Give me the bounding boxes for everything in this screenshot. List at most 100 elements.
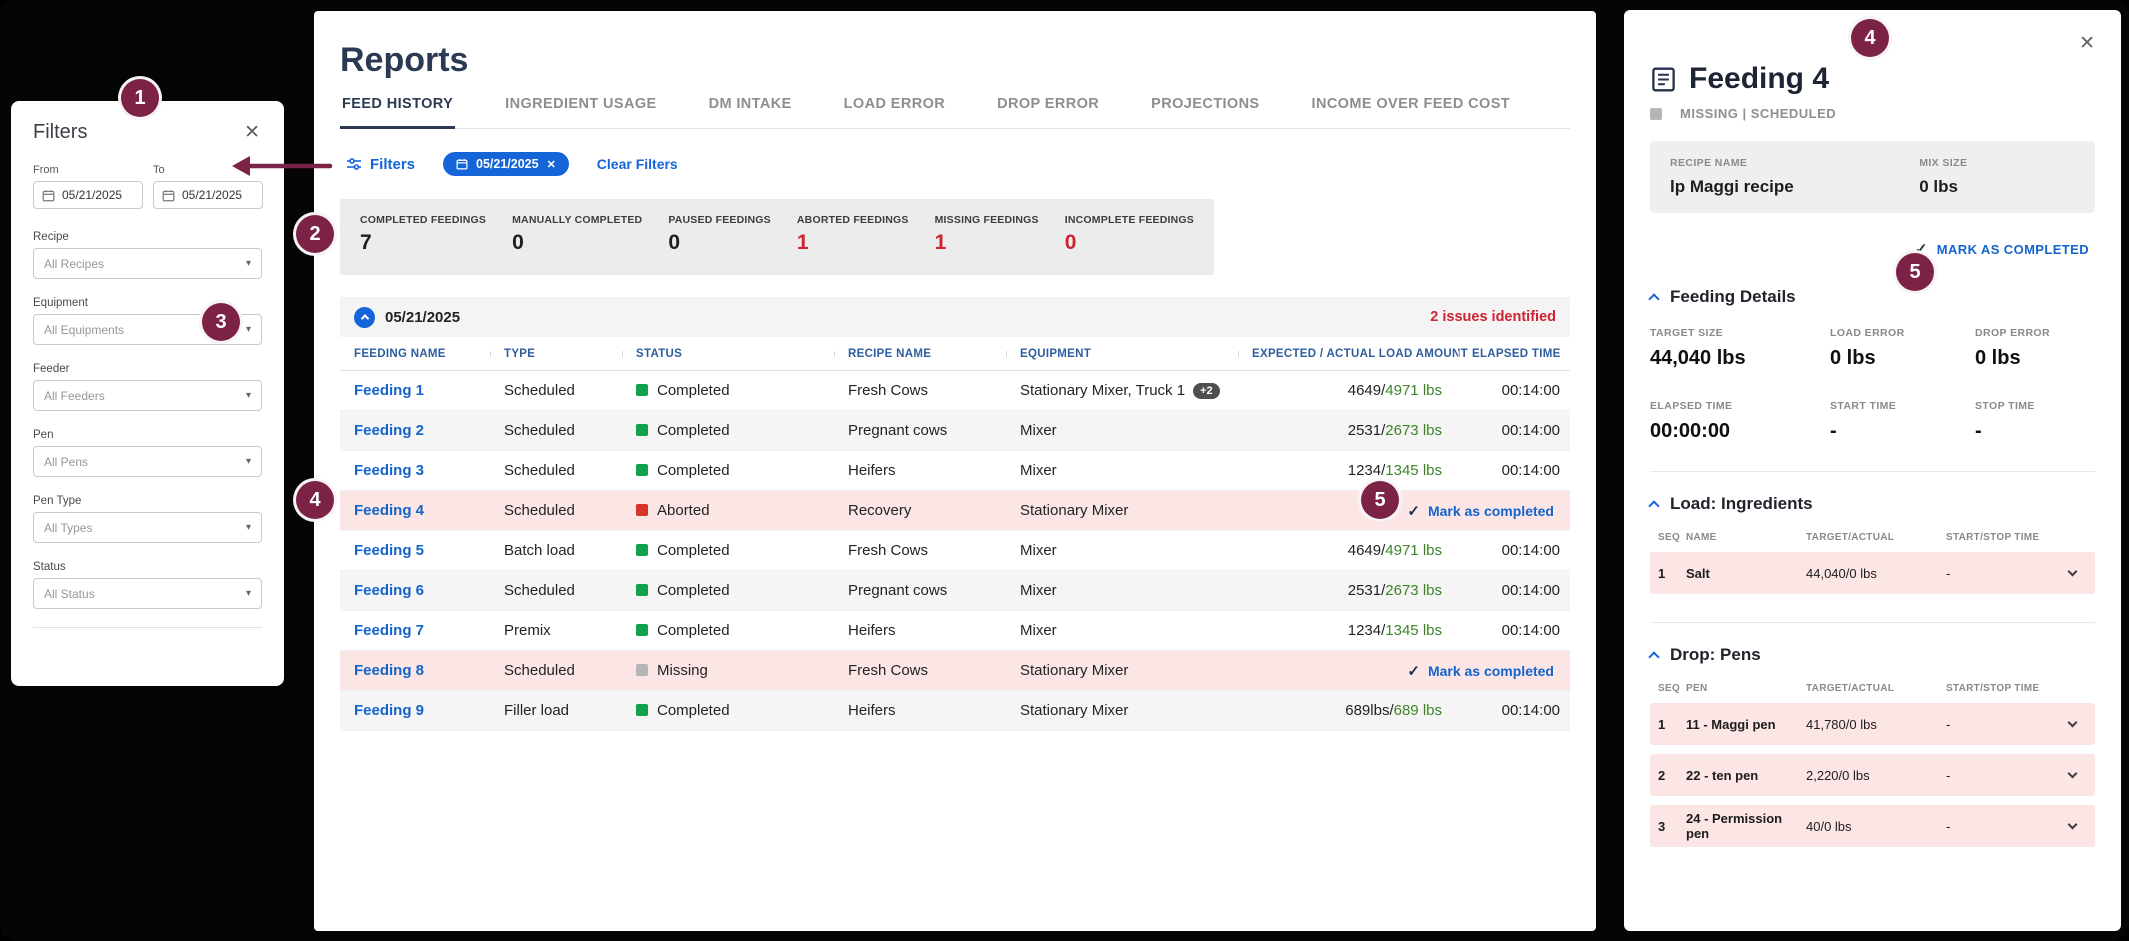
- group-date: 05/21/2025: [385, 309, 460, 326]
- table-row[interactable]: Feeding 2 Scheduled Completed Pregnant c…: [340, 411, 1570, 451]
- filters-panel: Filters ✕ From 05/21/2025 To 05/21/2025 …: [11, 101, 284, 686]
- recipe-name-value: lp Maggi recipe: [1670, 177, 1919, 197]
- tab-dm-intake[interactable]: DM INTAKE: [707, 96, 794, 129]
- feeding-link[interactable]: Feeding 1: [354, 382, 424, 399]
- status-select[interactable]: All Status ▾: [33, 578, 262, 609]
- mark-as-completed-button[interactable]: ✓ MARK AS COMPLETED: [1650, 239, 2095, 259]
- chevron-down-icon[interactable]: [2068, 566, 2078, 576]
- collapse-chevron-icon[interactable]: [354, 307, 375, 328]
- annotation-badge-2: 2: [293, 212, 337, 256]
- feeding-link[interactable]: Feeding 7: [354, 622, 424, 639]
- status-label: Status: [33, 561, 262, 573]
- feeding-link[interactable]: Feeding 9: [354, 702, 424, 719]
- tab-load-error[interactable]: LOAD ERROR: [842, 96, 947, 129]
- detail-close-icon[interactable]: ✕: [2077, 32, 2097, 55]
- tab-projections[interactable]: PROJECTIONS: [1149, 96, 1261, 129]
- detail-stat-load-error: LOAD ERROR 0 lbs: [1830, 327, 1975, 370]
- clear-filters-button[interactable]: Clear Filters: [591, 155, 684, 173]
- table-header-row: FEEDING NAME TYPE STATUS RECIPE NAME EQU…: [340, 337, 1570, 371]
- status-square-completed: [636, 624, 648, 636]
- collapse-chevron-icon[interactable]: [1648, 293, 1659, 304]
- stat-aborted-feedings: ABORTED FEEDINGS 1: [797, 214, 909, 263]
- detail-stat-start-time: START TIME -: [1830, 400, 1975, 443]
- feeding-link[interactable]: Feeding 5: [354, 542, 424, 559]
- collapse-chevron-icon[interactable]: [1648, 500, 1659, 511]
- table-row[interactable]: Feeding 5 Batch load Completed Fresh Cow…: [340, 531, 1570, 571]
- stat-completed-feedings: COMPLETED FEEDINGS 7: [360, 214, 486, 263]
- calendar-icon: [162, 189, 175, 202]
- check-icon: ✓: [1407, 503, 1420, 520]
- table-row[interactable]: Feeding 1 Scheduled Completed Fresh Cows…: [340, 371, 1570, 411]
- feeding-details-title: Feeding Details: [1670, 287, 1796, 307]
- table-row[interactable]: Feeding 7 Premix Completed Heifers Mixer…: [340, 611, 1570, 651]
- annotation-badge-4-panel: 4: [1848, 16, 1892, 60]
- chip-close-icon[interactable]: ✕: [547, 158, 556, 171]
- ingredient-row[interactable]: 1 Salt 44,040/0 lbs -: [1650, 552, 2095, 594]
- from-date-input[interactable]: 05/21/2025: [33, 181, 143, 209]
- from-date-value: 05/21/2025: [62, 188, 122, 202]
- annotation-badge-5-row: 5: [1358, 478, 1402, 522]
- annotation-badge-3: 3: [199, 300, 243, 344]
- filters-close-icon[interactable]: ✕: [242, 121, 262, 144]
- pen-row[interactable]: 3 24 - Permission pen 40/0 lbs -: [1650, 805, 2095, 847]
- calendar-icon: [42, 189, 55, 202]
- recipe-label: Recipe: [33, 231, 262, 243]
- date-filter-chip[interactable]: 05/21/2025 ✕: [443, 152, 569, 176]
- feeder-select[interactable]: All Feeders ▾: [33, 380, 262, 411]
- pen-select-value: All Pens: [44, 455, 88, 469]
- issues-identified-label: 2 issues identified: [1430, 309, 1556, 325]
- tab-drop-error[interactable]: DROP ERROR: [995, 96, 1101, 129]
- feeding-link[interactable]: Feeding 6: [354, 582, 424, 599]
- feeding-link[interactable]: Feeding 3: [354, 462, 424, 479]
- annotation-badge-4-row: 4: [293, 478, 337, 522]
- feeding-link[interactable]: Feeding 8: [354, 662, 424, 679]
- calendar-icon: [456, 158, 468, 170]
- detail-stat-elapsed-time: ELAPSED TIME 00:00:00: [1650, 400, 1830, 443]
- col-expected-actual: EXPECTED / ACTUAL LOAD AMOUNT: [1238, 348, 1458, 360]
- mark-as-completed-link[interactable]: ✓Mark as completed: [1238, 662, 1570, 680]
- feeding-link[interactable]: Feeding 4: [354, 502, 424, 519]
- chevron-down-icon[interactable]: [2068, 717, 2078, 727]
- detail-stat-drop-error: DROP ERROR 0 lbs: [1975, 327, 2095, 370]
- mix-size-label: MIX SIZE: [1919, 157, 2075, 169]
- load-list-header: SEQ NAME TARGET/ACTUAL START/STOP TIME: [1650, 532, 2095, 543]
- feeding-report-icon: [1650, 66, 1677, 93]
- feeding-link[interactable]: Feeding 2: [354, 422, 424, 439]
- annotation-arrow: [226, 150, 336, 182]
- drop-pens-title: Drop: Pens: [1670, 645, 1761, 665]
- chevron-down-icon: ▾: [246, 258, 251, 269]
- to-date-input[interactable]: 05/21/2025: [153, 181, 263, 209]
- annotation-badge-1: 1: [118, 76, 162, 120]
- table-row[interactable]: Feeding 6 Scheduled Completed Pregnant c…: [340, 571, 1570, 611]
- filter-row: Filters 05/21/2025 ✕ Clear Filters: [340, 147, 1570, 181]
- collapse-chevron-icon[interactable]: [1648, 651, 1659, 662]
- feeder-label: Feeder: [33, 363, 262, 375]
- sliders-icon: [346, 156, 362, 172]
- stat-missing-feedings: MISSING FEEDINGS 1: [935, 214, 1039, 263]
- pen-select[interactable]: All Pens ▾: [33, 446, 262, 477]
- detail-stat-stop-time: STOP TIME -: [1975, 400, 2095, 443]
- mark-as-completed-link[interactable]: ✓Mark as completed: [1238, 502, 1570, 520]
- status-square-completed: [636, 544, 648, 556]
- tab-feed-history[interactable]: FEED HISTORY: [340, 96, 455, 129]
- reports-panel: Reports FEED HISTORY INGREDIENT USAGE DM…: [314, 11, 1596, 931]
- filters-button[interactable]: Filters: [340, 155, 421, 174]
- recipe-select[interactable]: All Recipes ▾: [33, 248, 262, 279]
- pen-type-select[interactable]: All Types ▾: [33, 512, 262, 543]
- stat-incomplete-feedings: INCOMPLETE FEEDINGS 0: [1065, 214, 1194, 263]
- status-square-missing: [1650, 108, 1662, 120]
- chevron-down-icon[interactable]: [2068, 819, 2078, 829]
- stats-bar: COMPLETED FEEDINGS 7 MANUALLY COMPLETED …: [340, 199, 1214, 275]
- tab-ingredient-usage[interactable]: INGREDIENT USAGE: [503, 96, 658, 129]
- tab-income-over-feed-cost[interactable]: INCOME OVER FEED COST: [1310, 96, 1513, 129]
- status-square-completed: [636, 584, 648, 596]
- to-date-value: 05/21/2025: [182, 188, 242, 202]
- table-row[interactable]: Feeding 9 Filler load Completed Heifers …: [340, 691, 1570, 731]
- table-row-feeding-8[interactable]: Feeding 8 Scheduled Missing Fresh Cows S…: [340, 651, 1570, 691]
- chevron-down-icon[interactable]: [2068, 768, 2078, 778]
- pen-row[interactable]: 2 22 - ten pen 2,220/0 lbs -: [1650, 754, 2095, 796]
- status-square-completed: [636, 704, 648, 716]
- feeder-select-value: All Feeders: [44, 389, 105, 403]
- equipment-overflow-badge[interactable]: +2: [1193, 383, 1220, 399]
- pen-row[interactable]: 1 11 - Maggi pen 41,780/0 lbs -: [1650, 703, 2095, 745]
